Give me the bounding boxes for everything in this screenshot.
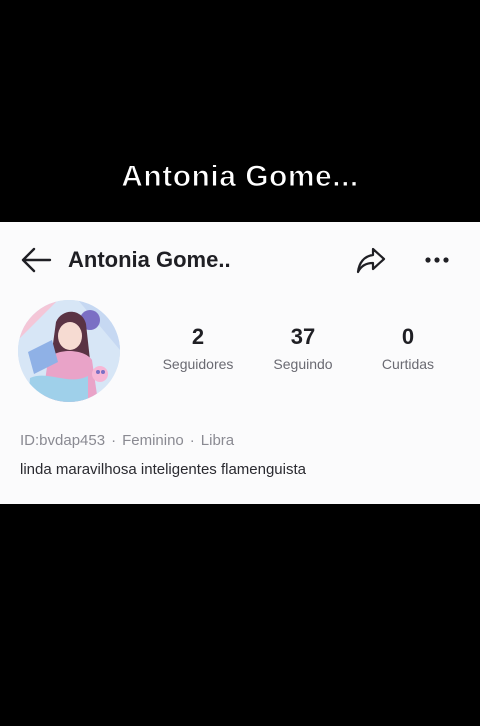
profile-bio: linda maravilhosa inteligentes flamengui… (20, 461, 306, 478)
profile-header: Antonia Gome.. (0, 240, 480, 280)
separator: · (189, 432, 195, 449)
followers-label: Seguidores (162, 356, 234, 372)
profile-name-title: Antonia Gome.. (68, 247, 231, 272)
likes-label: Curtidas (381, 356, 435, 372)
followers-stat[interactable]: 2 Seguidores (148, 322, 248, 372)
zodiac-sign: Libra (200, 432, 235, 449)
profile-card: Antonia Gome.. 2 Seguidores 37 Seguindo … (0, 222, 480, 504)
gender: Feminino (122, 432, 184, 449)
separator: · (111, 432, 117, 449)
following-count: 37 (290, 324, 316, 349)
followers-count: 2 (191, 324, 205, 349)
likes-stat[interactable]: 0 Curtidas (358, 322, 458, 372)
following-label: Seguindo (273, 356, 333, 372)
likes-count: 0 (401, 324, 415, 349)
share-icon[interactable] (354, 244, 388, 276)
user-id[interactable]: ID:bvdap453 (20, 432, 105, 449)
avatar[interactable] (18, 300, 120, 402)
profile-stats: 2 Seguidores 37 Seguindo 0 Curtidas (148, 322, 458, 382)
avatar-illustration (18, 300, 120, 402)
profile-meta: ID:bvdap453 · Feminino · Libra (20, 432, 234, 449)
more-dots-icon[interactable] (422, 248, 454, 272)
arrow-left-icon[interactable] (20, 246, 52, 274)
following-stat[interactable]: 37 Seguindo (253, 322, 353, 372)
video-caption-overlay: Antonia Gome... (121, 160, 359, 194)
